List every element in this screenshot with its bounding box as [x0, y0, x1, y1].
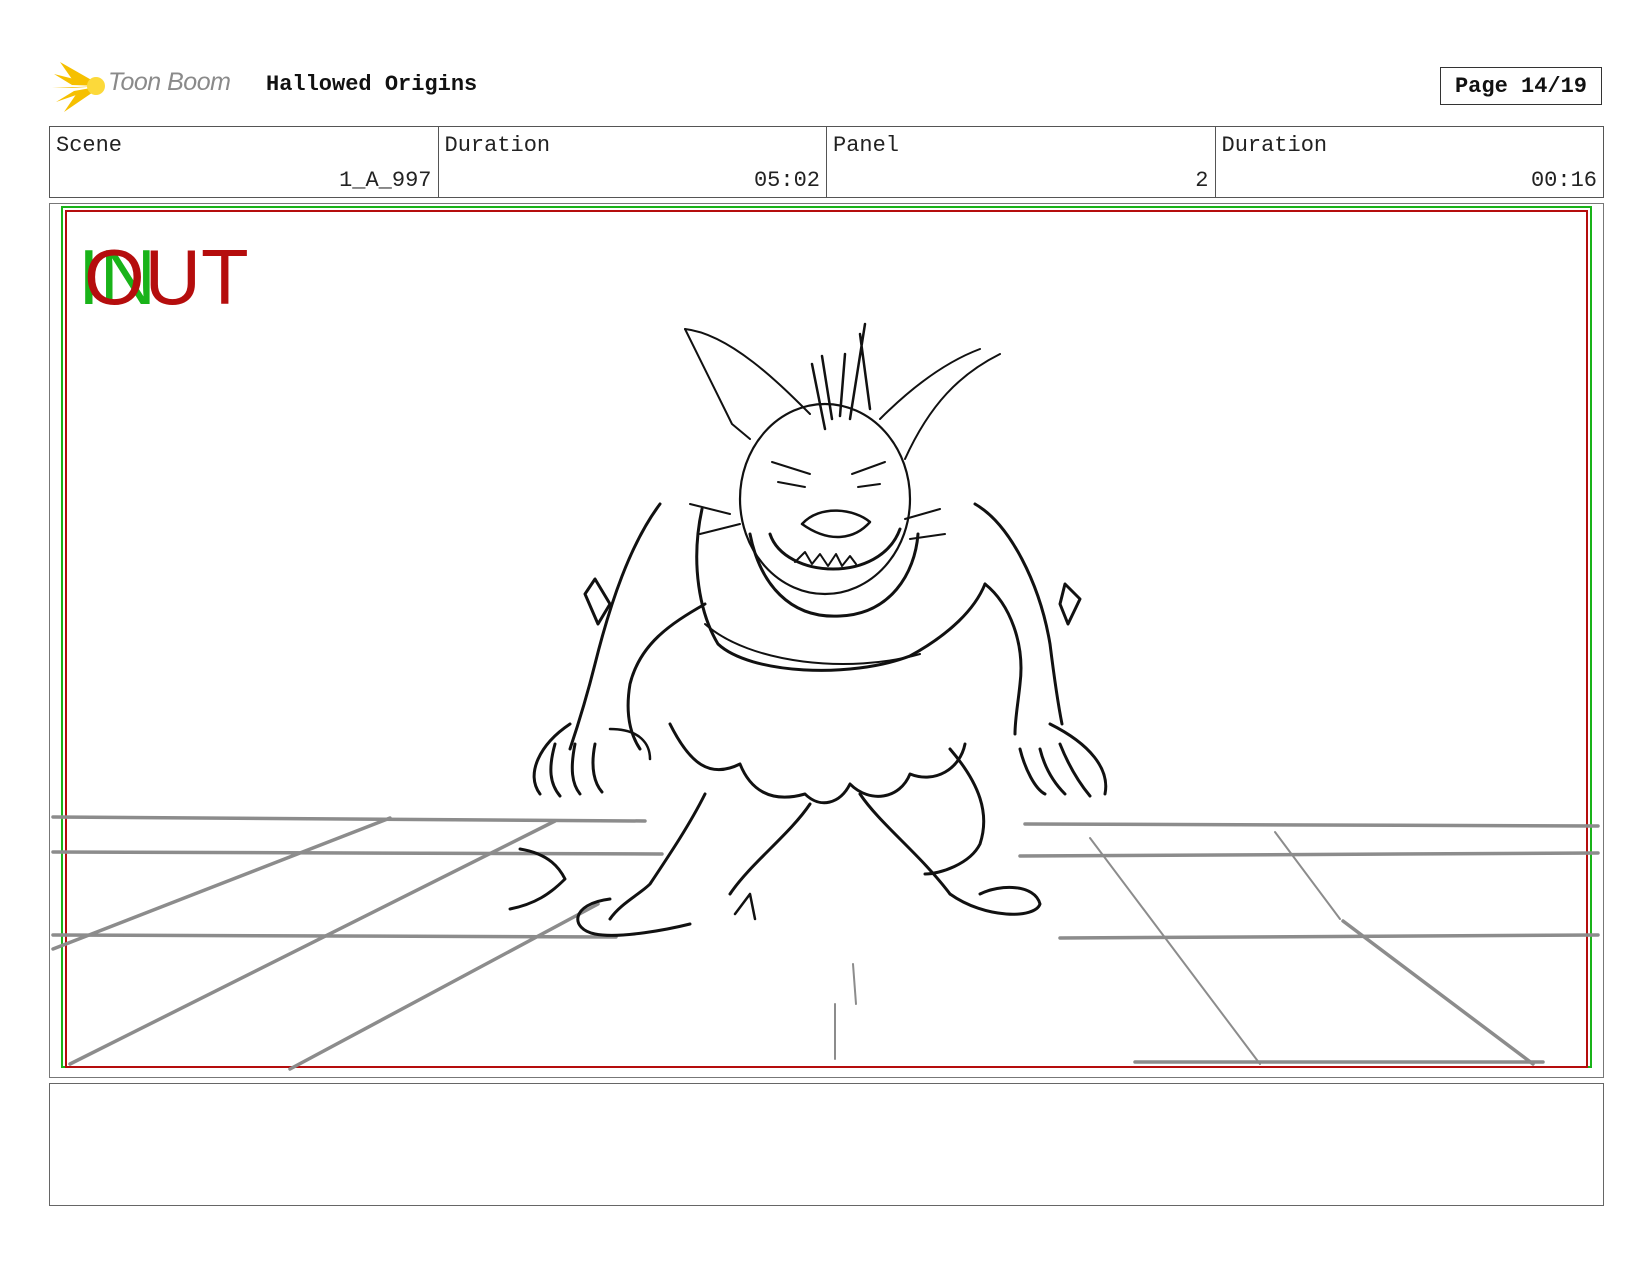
panel-duration-value: 00:16 — [1530, 168, 1597, 193]
scene-info-table: Scene 1_A_997 Duration 05:02 Panel 2 Dur… — [49, 126, 1604, 198]
scene-value: 1_A_997 — [339, 168, 432, 193]
panel-notes-box[interactable] — [49, 1083, 1604, 1206]
goblin-sketch — [508, 322, 1108, 937]
out-marker: OUT — [84, 233, 249, 321]
scene-duration-value: 05:02 — [753, 168, 820, 193]
panel-cell: Panel 2 — [827, 127, 1216, 197]
page-number: Page 14/19 — [1440, 67, 1602, 105]
project-title: Hallowed Origins — [266, 72, 478, 97]
in-out-marker: IN OUT — [78, 232, 258, 322]
scene-duration-cell: Duration 05:02 — [439, 127, 827, 197]
floor-grid — [51, 815, 1600, 1071]
logo-text: Toon Boom — [108, 68, 231, 96]
scene-duration-label: Duration — [444, 133, 551, 158]
panel-duration-cell: Duration 00:16 — [1216, 127, 1604, 197]
starburst-icon — [52, 62, 105, 112]
panel-label: Panel — [833, 133, 900, 158]
panel-sketch — [51, 206, 1600, 1071]
toon-boom-logo: Toon Boom — [52, 58, 252, 114]
scene-cell: Scene 1_A_997 — [50, 127, 439, 197]
scene-label: Scene — [56, 133, 123, 158]
panel-value: 2 — [1195, 168, 1209, 193]
storyboard-panel: IN OUT — [49, 203, 1604, 1078]
safe-frame-red — [65, 210, 1588, 1068]
panel-duration-label: Duration — [1221, 133, 1328, 158]
